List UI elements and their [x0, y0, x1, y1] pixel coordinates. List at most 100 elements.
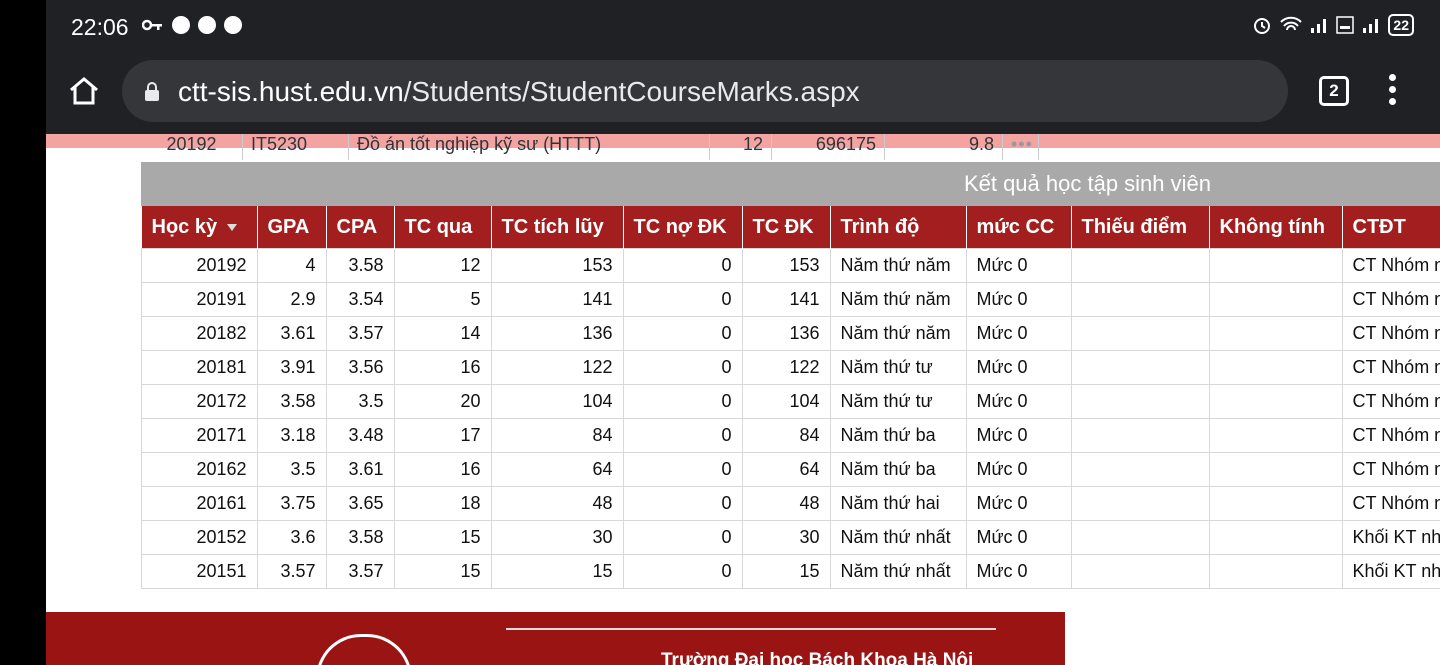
- table-cell: 122: [741, 350, 831, 385]
- table-cell: 2.9: [256, 282, 327, 317]
- table-cell: 16: [393, 350, 492, 385]
- table-cell: Mức 0: [965, 384, 1072, 419]
- home-icon[interactable]: [68, 76, 100, 106]
- table-cell: [1208, 350, 1343, 385]
- column-header-label: TC tích lũy: [501, 215, 604, 238]
- column-header: TC qua: [394, 206, 492, 249]
- table-cell: 15: [741, 554, 831, 589]
- score-cell: 9.8: [885, 134, 1003, 160]
- sort-icon[interactable]: [227, 223, 238, 231]
- credits-cell: 12: [710, 134, 772, 160]
- table-cell: 15: [393, 554, 492, 589]
- column-header: CTĐT: [1342, 206, 1440, 249]
- table-cell: Mức 0: [965, 350, 1072, 385]
- table-cell: Mức 0: [965, 452, 1072, 487]
- university-name: Trường Đại học Bách Khoa Hà Nội: [661, 650, 974, 665]
- phone-screen: 22:06 22 ctt-sis.hust.edu.vn/Students/St…: [46, 0, 1440, 665]
- table-cell: CT Nhóm ng: [1341, 282, 1440, 317]
- table-row: 20172 3.58 3.5 20 104 0 104 Năm thứ tư Mức 0 CT N…: [141, 384, 1440, 419]
- url-text: ctt-sis.hust.edu.vn/Students/StudentCour…: [178, 76, 860, 107]
- messenger-icon: [172, 16, 190, 34]
- table-cell: 3.18: [256, 418, 327, 453]
- more-menu-icon[interactable]: [1389, 74, 1397, 110]
- table-cell: 0: [622, 554, 743, 589]
- table-cell: 17: [393, 418, 492, 453]
- results-panel: Kết quả học tập sinh viên Học kỳ GPA CPA TC…: [141, 162, 1440, 589]
- table-cell: 0: [622, 452, 743, 487]
- table-cell: 20172: [141, 384, 258, 419]
- table-cell: 136: [741, 316, 831, 351]
- site-footer: Trường Đại học Bách Khoa Hà Nội: [46, 612, 1065, 665]
- table-cell: CT Nhóm ng: [1341, 486, 1440, 521]
- table-cell: 48: [490, 486, 624, 521]
- class-cell: 696175: [772, 134, 885, 160]
- table-cell: 30: [490, 520, 624, 555]
- system-icons: 22: [1252, 14, 1414, 36]
- table-cell: 12: [393, 248, 492, 283]
- column-header-label: TC qua: [404, 215, 473, 238]
- table-cell: 20152: [141, 520, 258, 555]
- table-cell: 16: [393, 452, 492, 487]
- table-cell: [1070, 282, 1210, 317]
- table-cell: 0: [622, 520, 743, 555]
- table-cell: Năm thứ tư: [829, 350, 967, 385]
- column-header-label: mức CC: [976, 215, 1055, 238]
- table-cell: 20191: [141, 282, 258, 317]
- table-cell: 5: [393, 282, 492, 317]
- column-header: TC tích lũy: [491, 206, 624, 249]
- page-content: 20192 IT5230 Đồ án tốt nghiệp kỹ sư (HTT…: [46, 134, 1440, 665]
- table-cell: 0: [622, 282, 743, 317]
- volte-icon: [1336, 16, 1355, 34]
- table-cell: 14: [393, 316, 492, 351]
- signal-icon: [1311, 19, 1327, 33]
- table-cell: [1070, 520, 1210, 555]
- table-cell: 48: [741, 486, 831, 521]
- column-header: TC ĐK: [742, 206, 831, 249]
- table-cell: [1208, 520, 1343, 555]
- table-cell: 3.58: [256, 384, 327, 419]
- table-cell: 15: [393, 520, 492, 555]
- table-cell: 64: [741, 452, 831, 487]
- table-cell: Năm thứ năm: [829, 282, 967, 317]
- table-cell: Mức 0: [965, 282, 1072, 317]
- table-cell: Năm thứ nhất: [829, 554, 967, 589]
- table-cell: Năm thứ năm: [829, 248, 967, 283]
- table-cell: Mức 0: [965, 316, 1072, 351]
- table-cell: 3.6: [256, 520, 327, 555]
- table-cell: 18: [393, 486, 492, 521]
- column-header[interactable]: Học kỳ: [141, 206, 258, 249]
- table-cell: 3.54: [325, 282, 395, 317]
- university-logo: [316, 634, 412, 665]
- table-cell: [1208, 248, 1343, 283]
- more-button[interactable]: •••: [1003, 134, 1039, 160]
- table-cell: [1070, 248, 1210, 283]
- table-row: 20171 3.18 3.48 17 84 0 84 Năm thứ ba Mức 0 CT Nh…: [141, 418, 1440, 453]
- table-cell: CT Nhóm ng: [1341, 418, 1440, 453]
- table-cell: 136: [490, 316, 624, 351]
- tab-switcher-button[interactable]: 2: [1319, 76, 1349, 106]
- table-cell: CT Nhóm ng: [1341, 248, 1440, 283]
- table-cell: 20161: [141, 486, 258, 521]
- table-cell: [1208, 554, 1343, 589]
- table-cell: 4: [256, 248, 327, 283]
- table-cell: Mức 0: [965, 248, 1072, 283]
- column-header-label: Trình độ: [840, 215, 920, 238]
- table-cell: 153: [741, 248, 831, 283]
- table-cell: 3.65: [325, 486, 395, 521]
- table-cell: 20192: [141, 248, 258, 283]
- alarm-icon: [1254, 18, 1271, 34]
- clock: 22:06: [71, 14, 129, 40]
- table-cell: [1208, 486, 1343, 521]
- footer-divider: [506, 628, 996, 630]
- column-header-label: CPA: [336, 215, 378, 238]
- table-row: 20192 4 3.58 12 153 0 153 Năm thứ năm Mức 0 CT Nh…: [141, 248, 1440, 283]
- column-header-label: Học kỳ: [151, 215, 218, 238]
- address-bar[interactable]: ctt-sis.hust.edu.vn/Students/StudentCour…: [122, 60, 1288, 122]
- table-cell: 84: [741, 418, 831, 453]
- chrome-icon: [224, 16, 242, 34]
- table-cell: [1070, 316, 1210, 351]
- table-cell: [1070, 350, 1210, 385]
- table-cell: 3.5: [256, 452, 327, 487]
- table-cell: 3.57: [325, 554, 395, 589]
- table-cell: 3.56: [325, 350, 395, 385]
